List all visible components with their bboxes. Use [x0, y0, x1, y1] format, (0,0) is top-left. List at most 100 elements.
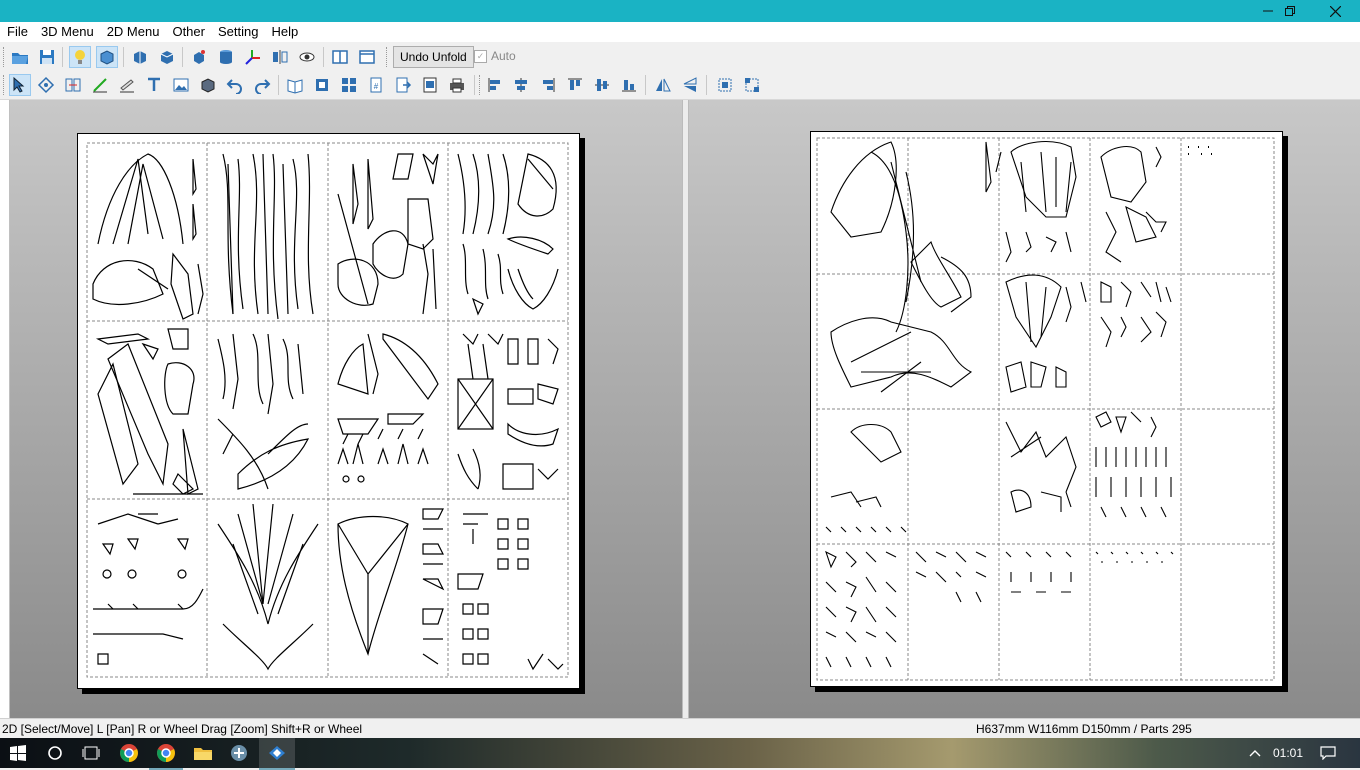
select-move-icon [13, 76, 25, 93]
select-move-button[interactable] [9, 74, 31, 96]
align-middle-icon [595, 79, 609, 91]
screenshot-button[interactable] [419, 74, 441, 96]
align-bottom-button[interactable] [618, 74, 640, 96]
book-icon [287, 79, 303, 94]
text-icon [148, 77, 160, 91]
3d-box-button[interactable] [197, 74, 219, 96]
taskbar-pepakura[interactable] [259, 738, 295, 770]
fold-line-button[interactable] [116, 74, 138, 96]
align-right-button[interactable] [537, 74, 559, 96]
2d-pattern-view[interactable] [10, 100, 682, 718]
align-top-icon [568, 78, 582, 90]
mirror-icon [273, 50, 288, 64]
tray-chevron[interactable] [1245, 738, 1265, 768]
arrange-button[interactable] [338, 74, 360, 96]
export-button[interactable] [392, 74, 414, 96]
light-button[interactable] [69, 46, 91, 68]
split-view-button[interactable] [329, 46, 351, 68]
cortana-button[interactable] [38, 738, 72, 768]
clock[interactable]: 01:01 [1268, 738, 1308, 768]
status-hint: 2D [Select/Move] L [Pan] R or Wheel Drag… [2, 722, 363, 736]
toolbar-grip[interactable] [3, 47, 7, 67]
rotate-3d-button[interactable] [129, 46, 151, 68]
book-button[interactable] [284, 74, 306, 96]
join-edges-button[interactable] [62, 74, 84, 96]
ungroup-icon [745, 78, 759, 92]
group-button[interactable] [714, 74, 736, 96]
page-number-button[interactable]: # [365, 74, 387, 96]
align-bottom-icon [622, 80, 636, 92]
taskbar-chrome-2[interactable] [149, 738, 183, 770]
eye-button[interactable] [296, 46, 318, 68]
arrange-icon [342, 78, 356, 92]
fit-page-button[interactable] [311, 74, 333, 96]
flip-h-button[interactable] [652, 74, 674, 96]
single-view-button[interactable] [356, 46, 378, 68]
layout-sheet [810, 131, 1283, 687]
text-button[interactable] [143, 74, 165, 96]
print-button[interactable] [446, 74, 468, 96]
close-icon [1329, 5, 1341, 17]
mirror-button[interactable] [269, 46, 291, 68]
restore-button[interactable] [1267, 0, 1313, 22]
line-button[interactable] [89, 74, 111, 96]
chrome-icon [157, 744, 175, 762]
start-button[interactable] [0, 738, 36, 768]
menu-bar: File 3D Menu 2D Menu Other Setting Help [0, 22, 1360, 42]
taskbar-app[interactable] [222, 738, 256, 768]
toolbar-grip[interactable] [386, 47, 390, 67]
undo-icon [226, 79, 242, 94]
menu-help[interactable]: Help [264, 22, 304, 42]
rotate-part-button[interactable] [35, 74, 57, 96]
auto-checkbox[interactable]: ✓ Auto [474, 49, 516, 63]
redo-icon [255, 79, 271, 94]
redo-button[interactable] [251, 74, 273, 96]
menu-file[interactable]: File [0, 22, 34, 42]
menu-setting[interactable]: Setting [211, 22, 264, 42]
status-info: H637mm W116mm D150mm / Parts 295 [976, 722, 1192, 736]
axis-icon [245, 50, 260, 65]
undo-unfold-button[interactable]: Undo Unfold [393, 46, 474, 68]
texture-icon [100, 50, 114, 65]
ungroup-button[interactable] [741, 74, 763, 96]
taskbar-chrome-1[interactable] [112, 738, 146, 768]
layout-drawing [816, 137, 1275, 681]
align-middle-button[interactable] [591, 74, 613, 96]
save-button[interactable] [36, 46, 58, 68]
flip-v-button[interactable] [679, 74, 701, 96]
taskbar-explorer[interactable] [186, 738, 220, 768]
edit-toolbar: # [0, 71, 1360, 100]
toolbar-grip[interactable] [479, 75, 483, 95]
cylinder-button[interactable] [215, 46, 237, 68]
close-button[interactable] [1312, 0, 1358, 22]
menu-2d[interactable]: 2D Menu [100, 22, 166, 42]
title-bar [0, 0, 1360, 22]
align-top-button[interactable] [564, 74, 586, 96]
menu-other[interactable]: Other [165, 22, 211, 42]
taskbar: 01:01 [0, 738, 1360, 770]
undo-button[interactable] [224, 74, 246, 96]
layout-view[interactable] [689, 100, 1360, 718]
file-explorer-icon [194, 748, 212, 760]
open-icon [12, 53, 28, 64]
image-button[interactable] [170, 74, 192, 96]
cube-face-button[interactable] [188, 46, 210, 68]
pane-divider[interactable] [682, 100, 689, 718]
axis-button[interactable] [242, 46, 264, 68]
windows-start-icon [10, 745, 26, 761]
texture-button[interactable] [96, 46, 118, 68]
toolbar-grip[interactable] [3, 75, 7, 95]
flip-v-icon [683, 77, 697, 92]
line-icon [93, 78, 107, 93]
rotate-3d-alt-icon [160, 51, 174, 64]
open-button[interactable] [9, 46, 31, 68]
fit-page-icon [316, 79, 328, 91]
rotate-3d-alt-button[interactable] [156, 46, 178, 68]
notifications-button[interactable] [1316, 738, 1340, 768]
menu-3d[interactable]: 3D Menu [34, 22, 100, 42]
task-view-icon [82, 746, 100, 760]
task-view-button[interactable] [74, 738, 108, 768]
pepakura-icon [269, 746, 285, 760]
align-center-button[interactable] [510, 74, 532, 96]
align-left-button[interactable] [484, 74, 506, 96]
